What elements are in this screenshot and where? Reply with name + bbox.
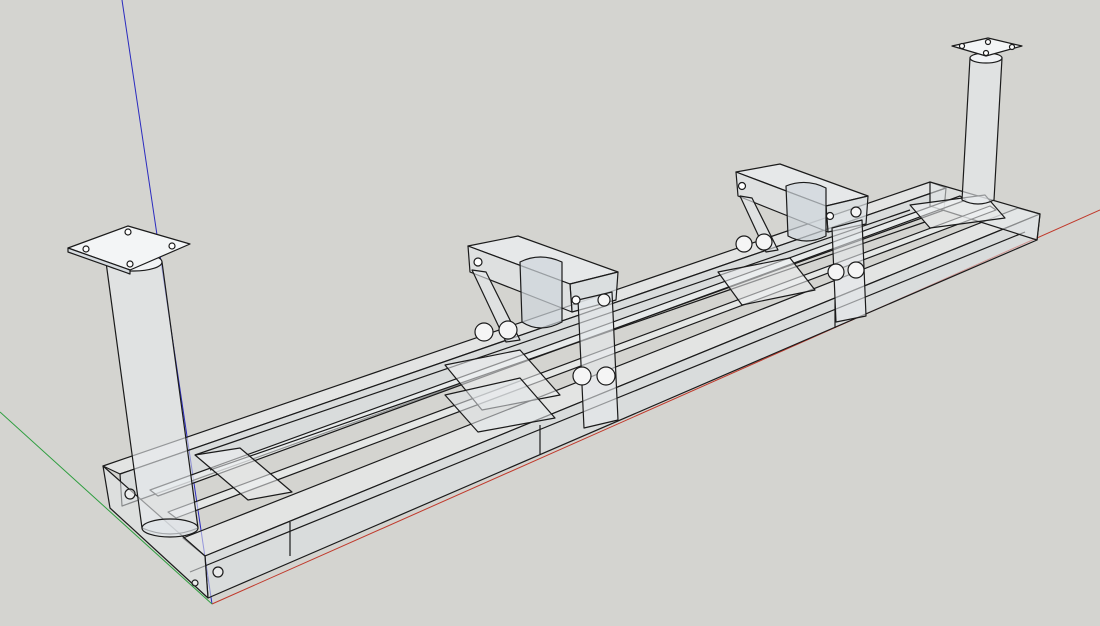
pulley [827, 263, 845, 281]
bolt [191, 579, 199, 587]
pulley [850, 206, 862, 218]
bolt [958, 42, 966, 50]
bolt [473, 257, 483, 267]
bolt [124, 228, 132, 236]
bolt [82, 245, 90, 253]
pulley [498, 320, 518, 340]
bolt [168, 242, 176, 250]
pulley [597, 293, 611, 307]
right-saddle-cup [785, 181, 827, 242]
bolt [126, 260, 134, 268]
right-column-post[interactable] [951, 37, 1023, 205]
pulley [572, 366, 592, 386]
pulley [755, 233, 773, 251]
bolt [737, 181, 747, 191]
left-saddle-leg-b [577, 291, 619, 429]
pulley [474, 322, 494, 342]
left-saddle-cup [519, 256, 563, 329]
bolt [984, 38, 992, 46]
bolt [825, 211, 835, 221]
pulley [735, 235, 753, 253]
pulley [847, 261, 865, 279]
bolt [1008, 43, 1016, 51]
left-column-bottom [141, 518, 199, 538]
bolt [124, 488, 136, 500]
base-frame[interactable] [102, 181, 1041, 599]
3d-viewport[interactable] [0, 0, 1100, 626]
bolt [571, 295, 581, 305]
pulley [596, 366, 616, 386]
right-column-body [961, 57, 1003, 205]
bolt [212, 566, 224, 578]
bolt [982, 49, 990, 57]
